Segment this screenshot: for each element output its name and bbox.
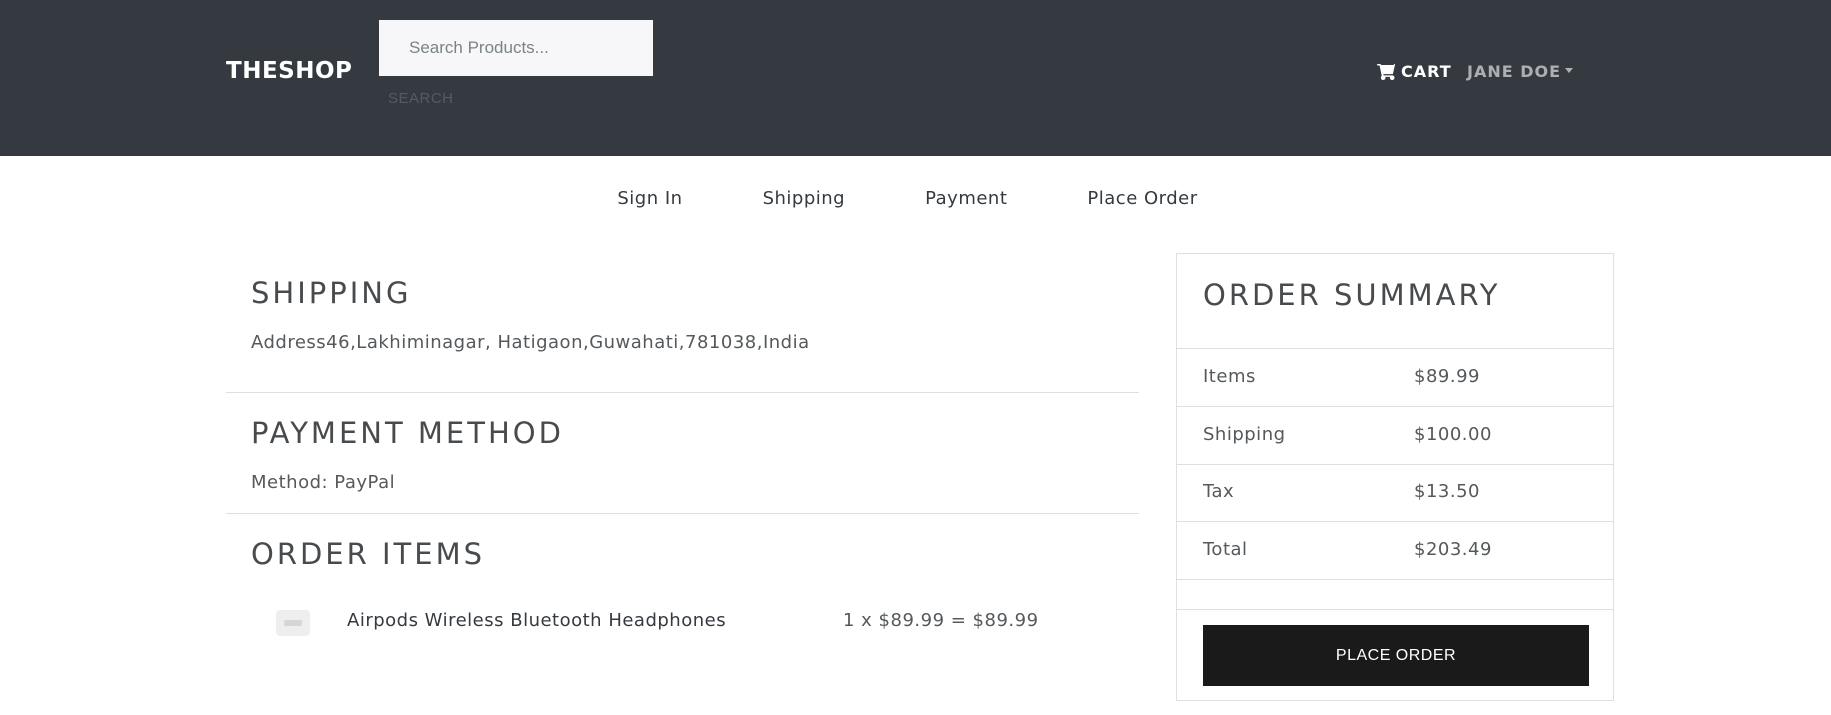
summary-label: Items	[1203, 366, 1256, 387]
shipping-address: Address46,Lakhiminagar, Hatigaon,Guwahat…	[251, 332, 810, 353]
shipping-section: SHIPPING Address46,Lakhiminagar, Hatigao…	[226, 276, 1139, 353]
order-summary-title: ORDER SUMMARY	[1203, 278, 1501, 312]
chevron-down-icon	[1565, 67, 1574, 73]
summary-value: $203.49	[1414, 539, 1492, 560]
summary-row-shipping: Shipping $100.00	[1177, 407, 1613, 464]
user-name: JANE DOE	[1467, 62, 1562, 81]
top-navbar: THESHOP SEARCH CART JANE DOE	[0, 0, 1831, 156]
summary-label: Tax	[1203, 481, 1235, 502]
divider	[1177, 609, 1613, 610]
user-dropdown[interactable]: JANE DOE	[1467, 62, 1574, 81]
summary-value: $13.50	[1414, 481, 1480, 502]
list-item: Airpods Wireless Bluetooth Headphones 1 …	[226, 606, 1139, 636]
cart-label: CART	[1401, 62, 1452, 81]
payment-title: PAYMENT METHOD	[251, 416, 564, 450]
order-summary-card: ORDER SUMMARY Items $89.99 Shipping $100…	[1176, 253, 1614, 701]
step-shipping[interactable]: Shipping	[723, 188, 886, 209]
order-items-section: ORDER ITEMS	[226, 537, 1139, 571]
step-sign-in[interactable]: Sign In	[577, 188, 722, 209]
summary-label: Total	[1203, 539, 1248, 560]
search-button[interactable]: SEARCH	[388, 90, 454, 107]
summary-value: $100.00	[1414, 424, 1492, 445]
payment-section: PAYMENT METHOD Method: PayPal	[226, 416, 1139, 493]
summary-value: $89.99	[1414, 366, 1480, 387]
product-link[interactable]: Airpods Wireless Bluetooth Headphones	[347, 610, 726, 631]
brand-logo[interactable]: THESHOP	[226, 58, 352, 84]
section-divider	[226, 392, 1139, 393]
step-payment[interactable]: Payment	[885, 188, 1047, 209]
shopping-cart-icon	[1377, 63, 1395, 80]
summary-row-items: Items $89.99	[1177, 349, 1613, 406]
cart-link[interactable]: CART	[1377, 62, 1452, 81]
divider	[1177, 579, 1613, 580]
checkout-steps: Sign In Shipping Payment Place Order	[0, 188, 1831, 209]
place-order-button[interactable]: PLACE ORDER	[1203, 625, 1589, 686]
shipping-title: SHIPPING	[251, 276, 412, 310]
summary-label: Shipping	[1203, 424, 1286, 445]
step-place-order[interactable]: Place Order	[1047, 188, 1237, 209]
summary-row-total: Total $203.49	[1177, 522, 1613, 579]
search-input[interactable]	[379, 20, 653, 76]
order-items-title: ORDER ITEMS	[251, 537, 486, 571]
summary-row-tax: Tax $13.50	[1177, 464, 1613, 521]
section-divider	[226, 513, 1139, 514]
product-thumbnail	[276, 610, 310, 636]
payment-method: Method: PayPal	[251, 472, 396, 493]
item-price-line: 1 x $89.99 = $89.99	[843, 610, 1039, 631]
